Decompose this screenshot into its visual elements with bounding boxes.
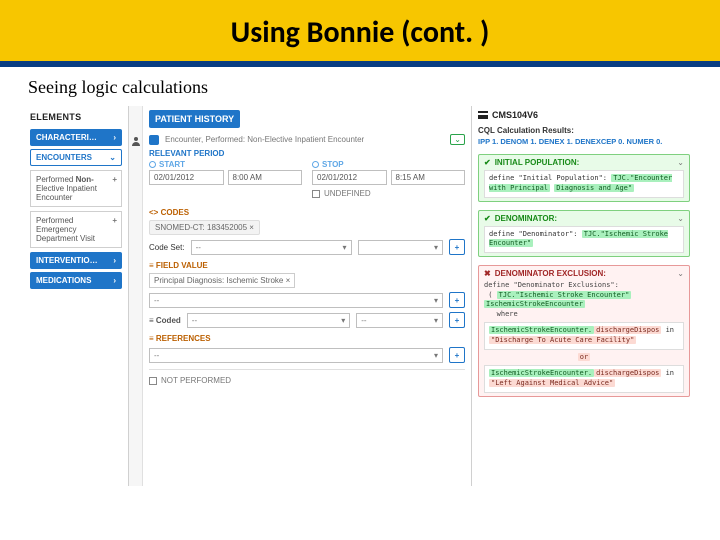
- encounter-icon: [149, 135, 159, 145]
- code-select[interactable]: ▾: [358, 240, 443, 255]
- code-chip[interactable]: SNOMED-CT: 183452005 ×: [149, 220, 260, 235]
- chevron-down-icon: ⌄: [677, 269, 684, 278]
- elements-panel: ELEMENTS CHARACTERI… › ENCOUNTERS ⌄ + Pe…: [24, 106, 129, 486]
- stop-label: STOP: [322, 160, 344, 169]
- measure-id: CMS104V6: [492, 110, 538, 120]
- start-label: START: [159, 160, 185, 169]
- add-code-button[interactable]: +: [449, 239, 465, 255]
- person-icon: [129, 106, 143, 486]
- result-denominator-exclusion[interactable]: ⌄ DENOMINATOR EXCLUSION: define "Denomin…: [478, 265, 690, 396]
- results-panel: CMS104V6 CQL Calculation Results: IPP 1.…: [471, 106, 696, 486]
- nav-encounters[interactable]: ENCOUNTERS ⌄: [30, 149, 122, 166]
- add-coded-button[interactable]: +: [449, 312, 465, 328]
- denex-box-1: IschemicStrokeEncounter.dischargeDispos …: [484, 322, 684, 350]
- slide-subtitle: Seeing logic calculations: [28, 77, 692, 98]
- undefined-checkbox[interactable]: UNDEFINED: [312, 189, 465, 198]
- result-initial-population[interactable]: ⌄ INITIAL POPULATION: define "Initial Po…: [478, 154, 690, 202]
- nav-encounters-label: ENCOUNTERS: [36, 153, 92, 162]
- slide-title: Using Bonnie (cont. ): [0, 14, 720, 51]
- field-select[interactable]: --▾: [149, 293, 443, 308]
- element-card-emergency[interactable]: + Performed Emergency Department Visit: [30, 211, 122, 248]
- patient-history-panel: PATIENT HISTORY Encounter, Performed: No…: [143, 106, 471, 486]
- relevant-period-label: RELEVANT PERIOD: [149, 149, 465, 158]
- nav-characteristics[interactable]: CHARACTERI… ›: [30, 129, 122, 146]
- chevron-right-icon: ›: [113, 256, 116, 265]
- field-value-label: ≡ FIELD VALUE: [149, 261, 465, 270]
- element-card-non-elective[interactable]: + Performed Non- Elective Inpatient Enco…: [30, 170, 122, 207]
- start-time-input[interactable]: 8:00 AM: [228, 170, 303, 185]
- coded-select-1[interactable]: --▾: [187, 313, 350, 328]
- reference-select[interactable]: --▾: [149, 348, 443, 363]
- results-heading: CQL Calculation Results:: [478, 126, 690, 135]
- nav-characteristics-label: CHARACTERI…: [36, 133, 97, 142]
- app-screenshot: ELEMENTS CHARACTERI… › ENCOUNTERS ⌄ + Pe…: [24, 106, 696, 486]
- clock-icon: [312, 161, 319, 168]
- results-summary: IPP 1. DENOM 1. DENEX 1. DENEXCEP 0. NUM…: [478, 137, 690, 146]
- stop-time-input[interactable]: 8:15 AM: [391, 170, 466, 185]
- chevron-right-icon: ›: [113, 276, 116, 285]
- nav-medications-label: MEDICATIONS: [36, 276, 91, 285]
- stop-date-input[interactable]: 02/01/2012: [312, 170, 387, 185]
- chevron-right-icon: ›: [113, 133, 116, 142]
- codes-section-label: <> CODES: [149, 208, 465, 217]
- nav-interventions[interactable]: INTERVENTIO… ›: [30, 252, 122, 269]
- encounter-title: Encounter, Performed: Non-Elective Inpat…: [165, 135, 364, 144]
- ipp-code: define "Initial Population": TJC."Encoun…: [484, 170, 684, 198]
- chevron-down-icon: ⌄: [109, 153, 116, 162]
- nav-interventions-label: INTERVENTIO…: [36, 256, 98, 265]
- encounter-row: Encounter, Performed: Non-Elective Inpat…: [149, 134, 465, 145]
- add-icon[interactable]: +: [112, 216, 117, 225]
- denex-box-2: IschemicStrokeEncounter.dischargeDispos …: [484, 365, 684, 393]
- patient-history-tab[interactable]: PATIENT HISTORY: [149, 110, 240, 128]
- denom-code: define "Denominator": TJC."Ischemic Stro…: [484, 226, 684, 254]
- clock-icon: [149, 161, 156, 168]
- nav-medications[interactable]: MEDICATIONS ›: [30, 272, 122, 289]
- coded-label: Coded: [156, 316, 181, 325]
- add-icon[interactable]: +: [112, 175, 117, 184]
- diagnosis-tag[interactable]: Principal Diagnosis: Ischemic Stroke ×: [149, 273, 295, 288]
- elements-header: ELEMENTS: [30, 110, 122, 126]
- codeset-select[interactable]: --▾: [191, 240, 352, 255]
- chevron-down-icon: ⌄: [677, 158, 684, 167]
- chevron-down-icon: ⌄: [677, 214, 684, 223]
- references-label: ≡ REFERENCES: [149, 334, 465, 343]
- add-reference-button[interactable]: +: [449, 347, 465, 363]
- title-banner: Using Bonnie (cont. ): [0, 0, 720, 67]
- collapse-toggle[interactable]: ⌄: [450, 134, 465, 145]
- add-field-button[interactable]: +: [449, 292, 465, 308]
- denex-code: define "Denominator Exclusions": ( TJC."…: [484, 281, 684, 319]
- menu-icon: [478, 111, 488, 119]
- start-date-input[interactable]: 02/01/2012: [149, 170, 224, 185]
- codeset-label: Code Set:: [149, 243, 185, 252]
- coded-select-2[interactable]: --▾: [356, 313, 443, 328]
- result-denominator[interactable]: ⌄ DENOMINATOR: define "Denominator": TJC…: [478, 210, 690, 258]
- not-performed-checkbox[interactable]: NOT PERFORMED: [149, 376, 465, 385]
